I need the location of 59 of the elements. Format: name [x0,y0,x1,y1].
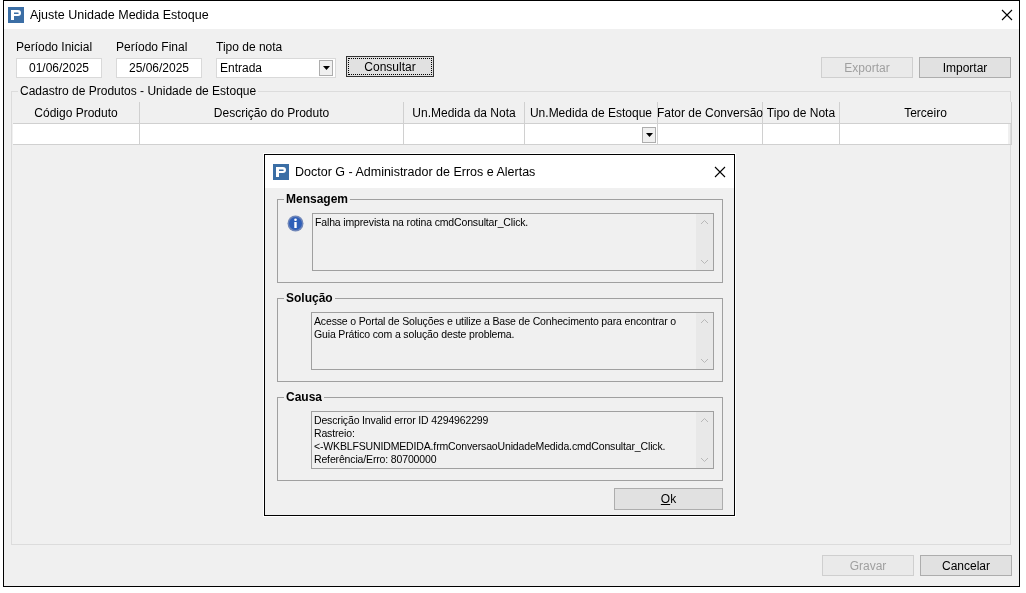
scrollbar[interactable] [696,313,713,369]
logo-icon [273,163,289,180]
field-label: Período Inicial [16,40,94,54]
text-line: Descrição Invalid error ID 4294962299 [314,414,490,427]
ok-button[interactable]: Ok [614,488,723,510]
text-area[interactable]: Falha imprevista na rotina cmdConsultar_Click. [312,213,714,271]
column-header[interactable]: Descrição do Produto [140,102,404,124]
table-cell[interactable] [140,124,404,145]
text-line: <-WKBLFSUNIDMEDIDA.frmConversaoUnidadeMedida.cmdConsultar_Click. [314,440,667,453]
dropdown-button[interactable] [319,60,333,76]
field-label: Tipo de nota [216,40,284,54]
text-line: Rastreio: [314,427,356,440]
close-icon[interactable] [714,165,726,178]
scrollbar[interactable] [696,412,713,468]
section-title: Solução [284,291,335,305]
date-field[interactable]: 01/06/2025 [16,58,102,78]
text-line: Falha imprevista na rotina cmdConsultar_Click. [315,216,530,229]
column-header[interactable]: Un.Medida de Estoque [525,102,658,124]
caret-icon [322,66,330,70]
column-header[interactable]: Fator de Conversão [658,102,763,124]
scroll-up-icon[interactable] [700,318,709,324]
dropdown[interactable]: Entrada [216,58,336,78]
dropdown-button[interactable] [642,127,656,143]
footer-button[interactable]: Cancelar [920,555,1012,576]
table-cell[interactable] [840,124,1012,145]
column-header[interactable]: Tipo de Nota [763,102,840,124]
table-cell[interactable] [658,124,763,145]
info-icon [287,215,304,232]
table-cell[interactable] [763,124,840,145]
dropdown-value: Entrada [220,61,263,75]
scroll-down-icon[interactable] [700,259,709,265]
close-icon[interactable] [1001,9,1013,21]
logo-icon [8,7,24,23]
scroll-down-icon[interactable] [700,457,709,463]
scroll-down-icon[interactable] [700,358,709,364]
text-area[interactable]: Acesse o Portal de Soluções e utilize a Base de Conhecimento para encontrar o Guia Prático com a solução deste problema. [311,312,714,370]
text-line: Referência/Erro: 80700000 [314,453,438,466]
text-line: Guia Prático com a solução deste problema. [314,328,516,341]
dialog-title: Doctor G - Administrador de Erros e Alertas [295,164,537,179]
section-title: Causa [284,390,325,404]
table-cell[interactable] [404,124,525,145]
field-label: Período Final [116,40,189,54]
caret-icon [645,133,653,137]
window-title: Ajuste Unidade Medida Estoque [30,8,210,22]
toolbar-button[interactable]: Importar [919,57,1011,78]
scrollbar[interactable] [696,214,713,270]
text-line: Acesse o Portal de Soluções e utilize a Base de Conhecimento para encontrar o [314,315,677,328]
column-header[interactable]: Un.Medida da Nota [404,102,525,124]
scroll-up-icon[interactable] [700,219,709,225]
scroll-up-icon[interactable] [700,417,709,423]
column-header[interactable]: Código Produto [13,102,140,124]
consult-button[interactable]: Consultar [346,56,434,77]
table-cell[interactable] [525,124,658,145]
text-area[interactable]: Descrição Invalid error ID 4294962299 Rastreio: <-WKBLFSUNIDMEDIDA.frmConversaoUnidadeMedida.cmdConsultar_Click. Referência/Erro: 80700000 [311,411,714,469]
table-cell[interactable] [13,124,140,145]
column-header[interactable]: Terceiro [840,102,1012,124]
section-title: Mensagem [284,192,351,206]
date-field[interactable]: 25/06/2025 [116,58,202,78]
group-title: Cadastro de Produtos - Unidade de Estoque [18,84,259,98]
